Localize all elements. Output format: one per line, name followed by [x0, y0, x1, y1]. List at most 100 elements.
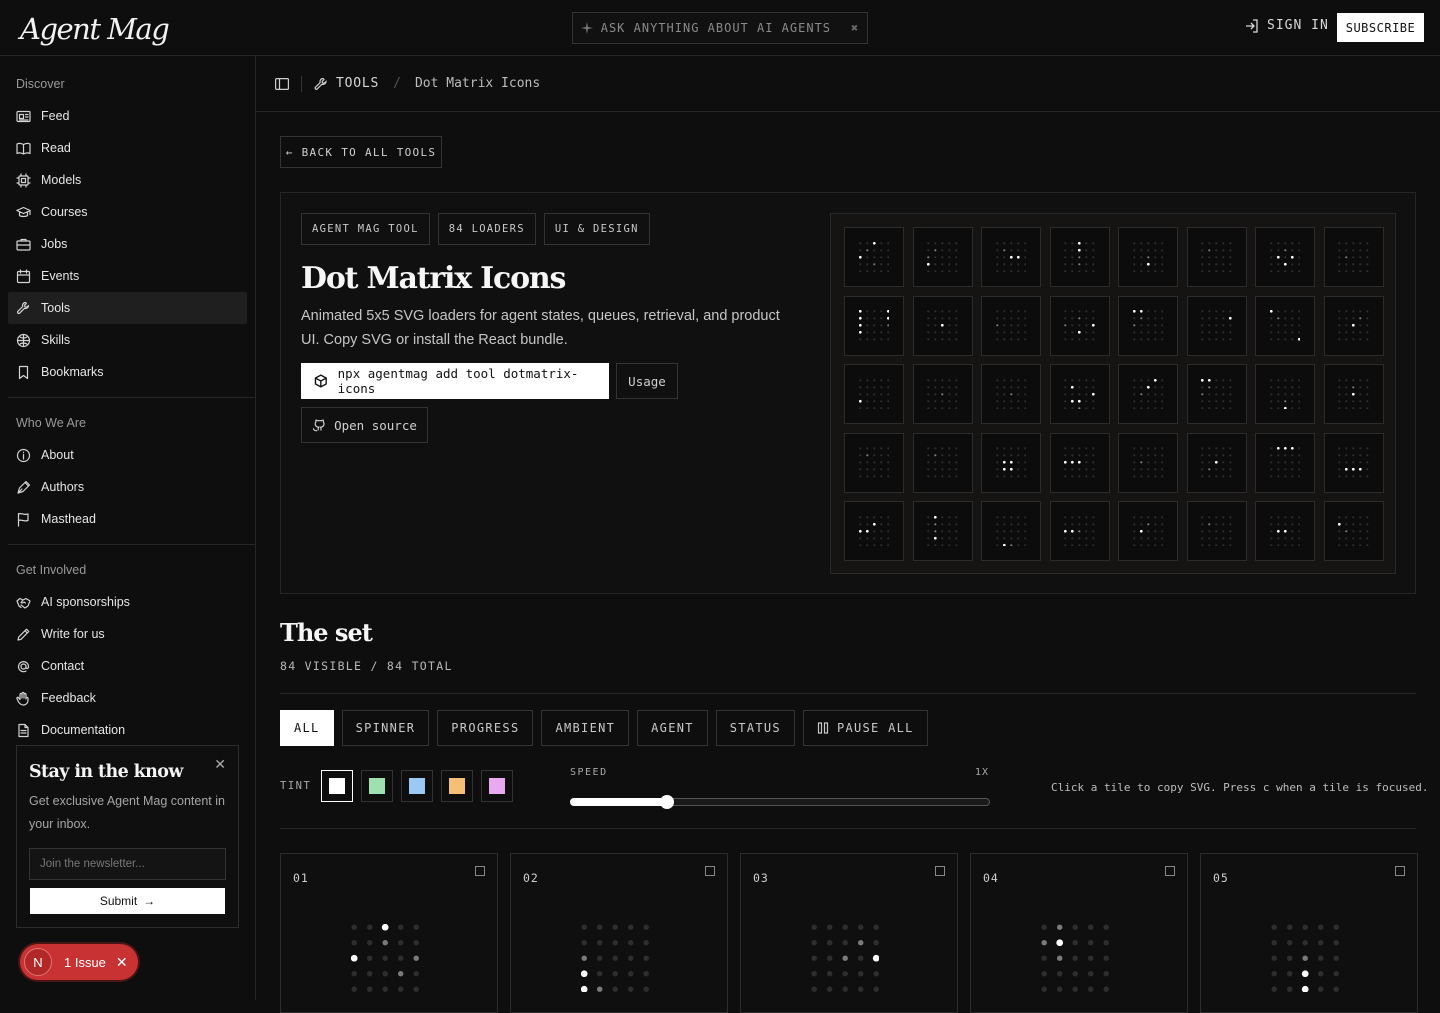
preview-loader-tile[interactable] — [844, 227, 904, 287]
sidebar-item-authors[interactable]: Authors — [8, 471, 247, 503]
loader-card[interactable]: 05 — [1200, 853, 1418, 1013]
preview-loader-tile[interactable] — [844, 364, 904, 424]
newsletter-email-input[interactable]: Join the newsletter... — [29, 848, 226, 880]
loader-card[interactable]: 02 — [510, 853, 728, 1013]
sidebar-item-courses[interactable]: Courses — [8, 196, 247, 228]
sidebar-item-bookmarks[interactable]: Bookmarks — [8, 356, 247, 388]
preview-loader-tile[interactable] — [1323, 227, 1384, 287]
back-to-tools-button[interactable]: ← BACK TO ALL TOOLS — [280, 136, 442, 168]
filter-all[interactable]: ALL — [280, 710, 334, 746]
preview-loader-tile[interactable] — [1255, 295, 1315, 356]
preview-loader-tile[interactable] — [1255, 501, 1315, 561]
install-command-button[interactable]: npx agentmag add tool dotmatrix-icons — [301, 363, 609, 399]
preview-loader-tile[interactable] — [912, 501, 973, 561]
preview-loader-tile[interactable] — [1323, 295, 1384, 356]
preview-loader-tile[interactable] — [1323, 432, 1384, 493]
slider-handle[interactable] — [659, 795, 674, 809]
preview-loader-tile[interactable] — [1323, 364, 1384, 424]
sidebar-item-documentation[interactable]: Documentation — [8, 714, 247, 746]
preview-loader-tile[interactable] — [981, 501, 1041, 561]
preview-loader-tile[interactable] — [1186, 501, 1247, 561]
preview-loader-tile[interactable] — [1323, 501, 1384, 561]
pause-all-button[interactable]: PAUSE ALL — [802, 710, 928, 746]
sidebar-item-jobs[interactable]: Jobs — [8, 228, 247, 260]
sidebar-item-read[interactable]: Read — [8, 132, 247, 164]
sidebar-item-ai-sponsorships[interactable]: AI sponsorships — [8, 586, 247, 618]
select-checkbox[interactable] — [934, 866, 945, 876]
preview-loader-tile[interactable] — [1255, 227, 1315, 287]
preview-loader-tile[interactable] — [1049, 501, 1110, 561]
matrix-dot — [865, 248, 869, 252]
issues-badge[interactable]: N 1 Issue ✕ — [20, 944, 138, 980]
preview-loader-tile[interactable] — [1255, 364, 1315, 424]
sidebar-item-feedback[interactable]: Feedback — [8, 682, 247, 714]
preview-loader-tile[interactable] — [1049, 432, 1110, 493]
sidebar-item-models[interactable]: Models — [8, 164, 247, 196]
select-checkbox[interactable] — [704, 866, 715, 876]
preview-loader-tile[interactable] — [981, 364, 1041, 424]
preview-loader-tile[interactable] — [912, 432, 973, 493]
select-checkbox[interactable] — [1164, 866, 1175, 876]
preview-loader-tile[interactable] — [844, 501, 904, 561]
speed-slider[interactable] — [570, 795, 990, 809]
preview-loader-tile[interactable] — [1118, 432, 1178, 493]
sidebar-item-feed[interactable]: Feed — [8, 100, 247, 132]
filter-agent[interactable]: AGENT — [637, 710, 708, 746]
tint-swatch[interactable] — [361, 770, 394, 802]
preview-loader-tile[interactable] — [1186, 364, 1247, 424]
preview-loader-tile[interactable] — [1186, 432, 1247, 493]
preview-loader-tile[interactable] — [844, 295, 904, 356]
filter-ambient[interactable]: AMBIENT — [541, 710, 630, 746]
tint-swatch[interactable] — [321, 770, 354, 802]
filter-spinner[interactable]: SPINNER — [341, 710, 430, 746]
tint-swatch[interactable] — [401, 770, 434, 802]
tint-swatch[interactable] — [481, 770, 514, 802]
preview-loader-tile[interactable] — [981, 295, 1041, 356]
close-icon[interactable]: ✖ — [851, 21, 859, 35]
close-icon[interactable]: ✕ — [214, 756, 226, 773]
sidebar-toggle-icon[interactable] — [275, 77, 289, 91]
preview-loader-tile[interactable] — [1049, 295, 1110, 356]
sidebar-item-masthead[interactable]: Masthead — [8, 503, 247, 535]
loader-card[interactable]: 01 — [280, 853, 498, 1013]
breadcrumb-tools-link[interactable]: TOOLS — [314, 76, 379, 91]
preview-loader-tile[interactable] — [1118, 364, 1178, 424]
loader-card[interactable]: 04 — [970, 853, 1188, 1013]
matrix-dot — [1160, 269, 1164, 273]
preview-loader-tile[interactable] — [844, 432, 904, 493]
preview-loader-tile[interactable] — [1118, 501, 1178, 561]
preview-loader-tile[interactable] — [912, 364, 973, 424]
preview-loader-tile[interactable] — [1118, 227, 1178, 287]
preview-loader-tile[interactable] — [1186, 227, 1247, 287]
open-source-button[interactable]: Open source — [301, 407, 428, 443]
sidebar-item-tools[interactable]: Tools — [8, 292, 247, 324]
subscribe-button[interactable]: SUBSCRIBE — [1337, 13, 1424, 42]
select-checkbox[interactable] — [474, 866, 485, 876]
preview-loader-tile[interactable] — [981, 227, 1041, 287]
preview-loader-tile[interactable] — [981, 432, 1041, 493]
tint-swatch[interactable] — [441, 770, 474, 802]
preview-loader-tile[interactable] — [1186, 295, 1247, 356]
filter-progress[interactable]: PROGRESS — [437, 710, 534, 746]
close-icon[interactable]: ✕ — [116, 954, 128, 971]
sign-in-button[interactable]: SIGN IN — [1245, 18, 1329, 33]
filter-status[interactable]: STATUS — [715, 710, 795, 746]
select-checkbox[interactable] — [1394, 866, 1405, 876]
preview-loader-tile[interactable] — [912, 227, 973, 287]
loader-card[interactable]: 03 — [740, 853, 958, 1013]
ask-ai-button[interactable]: ASK ANYTHING ABOUT AI AGENTS ✖ — [572, 12, 868, 44]
sidebar-item-write-for-us[interactable]: Write for us — [8, 618, 247, 650]
logo[interactable]: Agent Mag — [20, 12, 170, 46]
sidebar-item-skills[interactable]: Skills — [8, 324, 247, 356]
newsletter-submit-button[interactable]: Submit → — [30, 888, 225, 914]
preview-loader-tile[interactable] — [912, 295, 973, 356]
preview-loader-tile[interactable] — [1118, 295, 1178, 356]
matrix-dot — [1087, 924, 1094, 930]
preview-loader-tile[interactable] — [1049, 364, 1110, 424]
usage-button[interactable]: Usage — [616, 363, 678, 399]
preview-loader-tile[interactable] — [1255, 432, 1315, 493]
sidebar-item-contact[interactable]: Contact — [8, 650, 247, 682]
sidebar-item-about[interactable]: About — [8, 439, 247, 471]
sidebar-item-events[interactable]: Events — [8, 260, 247, 292]
preview-loader-tile[interactable] — [1049, 227, 1110, 287]
